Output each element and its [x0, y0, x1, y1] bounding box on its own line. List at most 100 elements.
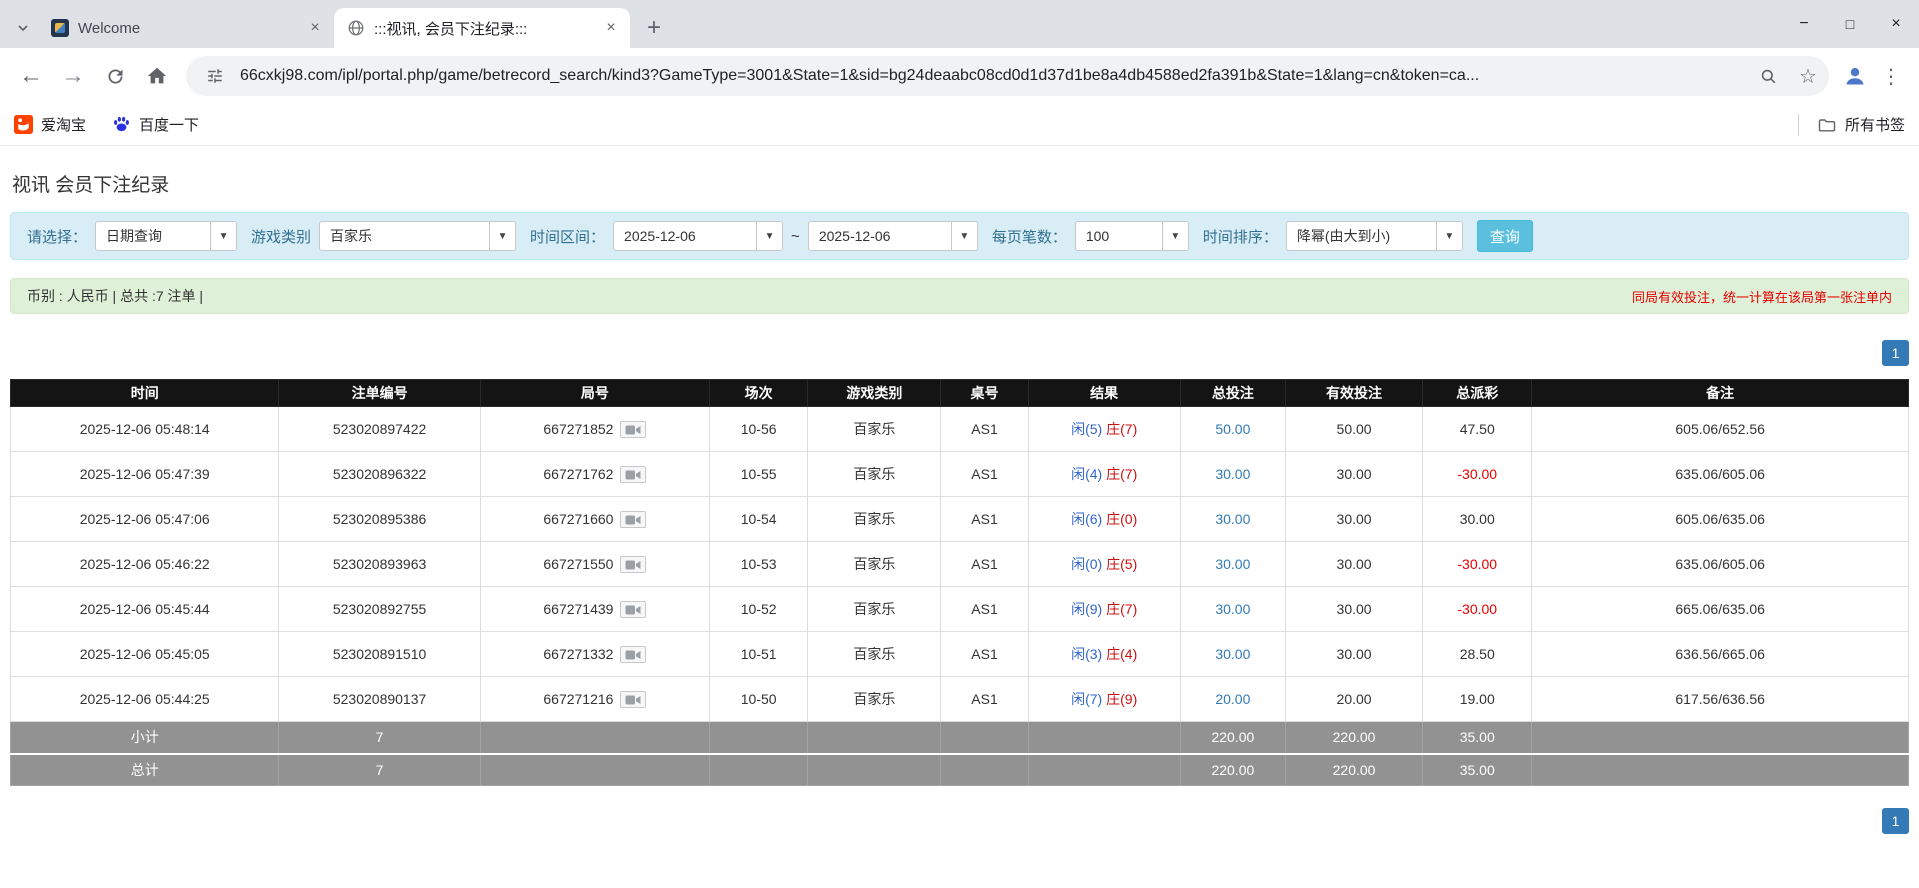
game-type-select[interactable]: 百家乐 ▼	[319, 221, 517, 251]
empty-cell	[940, 721, 1029, 754]
result-cell: 闲(5) 庄(7)	[1027, 406, 1181, 452]
minimize-button[interactable]: −	[1781, 0, 1827, 48]
total-bet-link[interactable]: 30.00	[1215, 511, 1250, 527]
total-bet-link[interactable]: 50.00	[1215, 421, 1250, 437]
tab-search-button[interactable]	[8, 8, 38, 48]
result-cell: 闲(7) 庄(9)	[1027, 676, 1181, 722]
chevron-down-icon[interactable]: ▼	[1161, 222, 1188, 250]
chevron-down-icon[interactable]: ▼	[210, 222, 237, 250]
browser-tab-bar: Welcome × :::视讯, 会员下注纪录::: × + − □ ×	[0, 0, 1919, 48]
payout-cell: 47.50	[1422, 406, 1533, 452]
chevron-down-icon[interactable]: ▼	[950, 222, 977, 250]
sort-label: 时间排序：	[1202, 228, 1278, 246]
pagination-top: 1	[10, 340, 1909, 366]
total-bet-link[interactable]: 30.00	[1215, 466, 1250, 482]
bookmark-label: 爱淘宝	[41, 117, 87, 134]
address-bar[interactable]: 66cxkj98.com/ipl/portal.php/game/betreco…	[186, 56, 1829, 96]
sort-select[interactable]: 降幂(由大到小) ▼	[1285, 221, 1463, 251]
chevron-down-icon[interactable]: ▼	[489, 222, 516, 250]
window-controls: − □ ×	[1781, 0, 1919, 48]
result-cell: 闲(9) 庄(7)	[1027, 586, 1181, 632]
welcome-favicon-icon	[50, 18, 70, 38]
video-replay-button[interactable]	[620, 510, 647, 528]
round-id: 667271762	[543, 466, 614, 482]
note-cell: 617.56/636.56	[1531, 676, 1909, 722]
result-banker: 庄(0)	[1106, 511, 1138, 527]
pagination-bottom: 1	[10, 808, 1909, 834]
tab-close-icon[interactable]: ×	[304, 17, 326, 39]
session-cell: 10-54	[709, 496, 809, 542]
note-cell: 605.06/635.06	[1531, 496, 1909, 542]
bet-id-cell: 523020891510	[278, 631, 481, 677]
table-body: 2025-12-06 05:48:14 523020897422 667271852…	[9, 406, 1909, 722]
tab-welcome[interactable]: Welcome ×	[38, 8, 334, 48]
page-number-button[interactable]: 1	[1882, 340, 1909, 366]
date-to-input[interactable]: 2025-12-06 ▼	[807, 221, 978, 251]
game-type-cell: 百家乐	[807, 676, 942, 722]
round-cell: 667271550	[479, 541, 711, 587]
payout-cell: 30.00	[1422, 496, 1533, 542]
new-tab-button[interactable]: +	[636, 10, 672, 46]
bet-id-cell: 523020897422	[278, 406, 481, 452]
chevron-down-icon	[18, 25, 28, 32]
video-replay-button[interactable]	[620, 645, 647, 663]
profile-icon[interactable]	[1837, 58, 1873, 94]
empty-cell	[479, 752, 711, 786]
query-type-select[interactable]: 日期查询 ▼	[95, 221, 238, 251]
filter-bar: 请选择： 日期查询 ▼ 游戏类别 百家乐 ▼ 时间区间： 2025-12-06 …	[10, 212, 1909, 260]
round-id: 667271852	[543, 421, 614, 437]
bookmark-aitaobao[interactable]: 爱淘宝	[14, 114, 86, 135]
close-window-button[interactable]: ×	[1873, 0, 1919, 48]
valid-bet-cell: 30.00	[1284, 496, 1424, 542]
maximize-button[interactable]: □	[1827, 0, 1873, 48]
tab-close-icon[interactable]: ×	[600, 17, 622, 39]
info-bar: 币别 : 人民币 | 总共 :7 注单 | 同局有效投注，统一计算在该局第一张注…	[10, 278, 1909, 314]
per-page-select[interactable]: 100 ▼	[1074, 221, 1189, 251]
tab-betrecord[interactable]: :::视讯, 会员下注纪录::: ×	[334, 8, 630, 48]
session-cell: 10-55	[709, 451, 809, 497]
result-cell: 闲(3) 庄(4)	[1027, 631, 1181, 677]
video-replay-button[interactable]	[620, 690, 647, 708]
home-button[interactable]	[136, 55, 178, 97]
total-bet-link[interactable]: 30.00	[1215, 556, 1250, 572]
session-cell: 10-52	[709, 586, 809, 632]
bookmark-star-icon[interactable]: ☆	[1793, 61, 1823, 91]
game-type-cell: 百家乐	[807, 586, 942, 632]
back-button[interactable]: ←	[10, 55, 52, 97]
video-camera-icon	[625, 470, 641, 479]
column-header: 游戏类别	[807, 379, 942, 407]
forward-button[interactable]: →	[52, 55, 94, 97]
total-valid-bet: 220.00	[1284, 752, 1424, 786]
url-text[interactable]: 66cxkj98.com/ipl/portal.php/game/betreco…	[240, 67, 1743, 85]
result-banker: 庄(9)	[1106, 691, 1138, 707]
all-bookmarks-button[interactable]: 所有书签	[1797, 113, 1905, 136]
search-button[interactable]: 查询	[1476, 220, 1533, 252]
zoom-icon[interactable]	[1753, 61, 1783, 91]
empty-cell	[940, 752, 1029, 786]
menu-dots-icon[interactable]: ⋮	[1873, 58, 1909, 94]
page-number-button[interactable]: 1	[1882, 808, 1909, 834]
video-replay-button[interactable]	[620, 600, 647, 618]
total-bet-link[interactable]: 30.00	[1215, 646, 1250, 662]
video-replay-button[interactable]	[620, 420, 647, 438]
video-replay-button[interactable]	[620, 555, 647, 573]
refresh-button[interactable]	[94, 55, 136, 97]
video-replay-button[interactable]	[620, 465, 647, 483]
table-no-cell: AS1	[940, 676, 1029, 722]
round-cell: 667271216	[479, 676, 711, 722]
round-cell: 667271852	[479, 406, 711, 452]
site-settings-icon[interactable]	[200, 61, 230, 91]
total-bet-link[interactable]: 30.00	[1215, 601, 1250, 617]
valid-bet-cell: 30.00	[1284, 586, 1424, 632]
chevron-down-icon[interactable]: ▼	[1435, 222, 1462, 250]
game-type-cell: 百家乐	[807, 406, 942, 452]
result-player: 闲(5)	[1071, 421, 1103, 437]
time-cell: 2025-12-06 05:48:14	[9, 406, 280, 452]
per-page-label: 每页笔数：	[991, 228, 1067, 246]
empty-cell	[709, 721, 809, 754]
empty-cell	[709, 752, 809, 786]
date-from-input[interactable]: 2025-12-06 ▼	[613, 221, 784, 251]
bookmark-baidu[interactable]: 百度一下	[112, 114, 199, 135]
chevron-down-icon[interactable]: ▼	[756, 222, 783, 250]
total-bet-link[interactable]: 20.00	[1215, 691, 1250, 707]
